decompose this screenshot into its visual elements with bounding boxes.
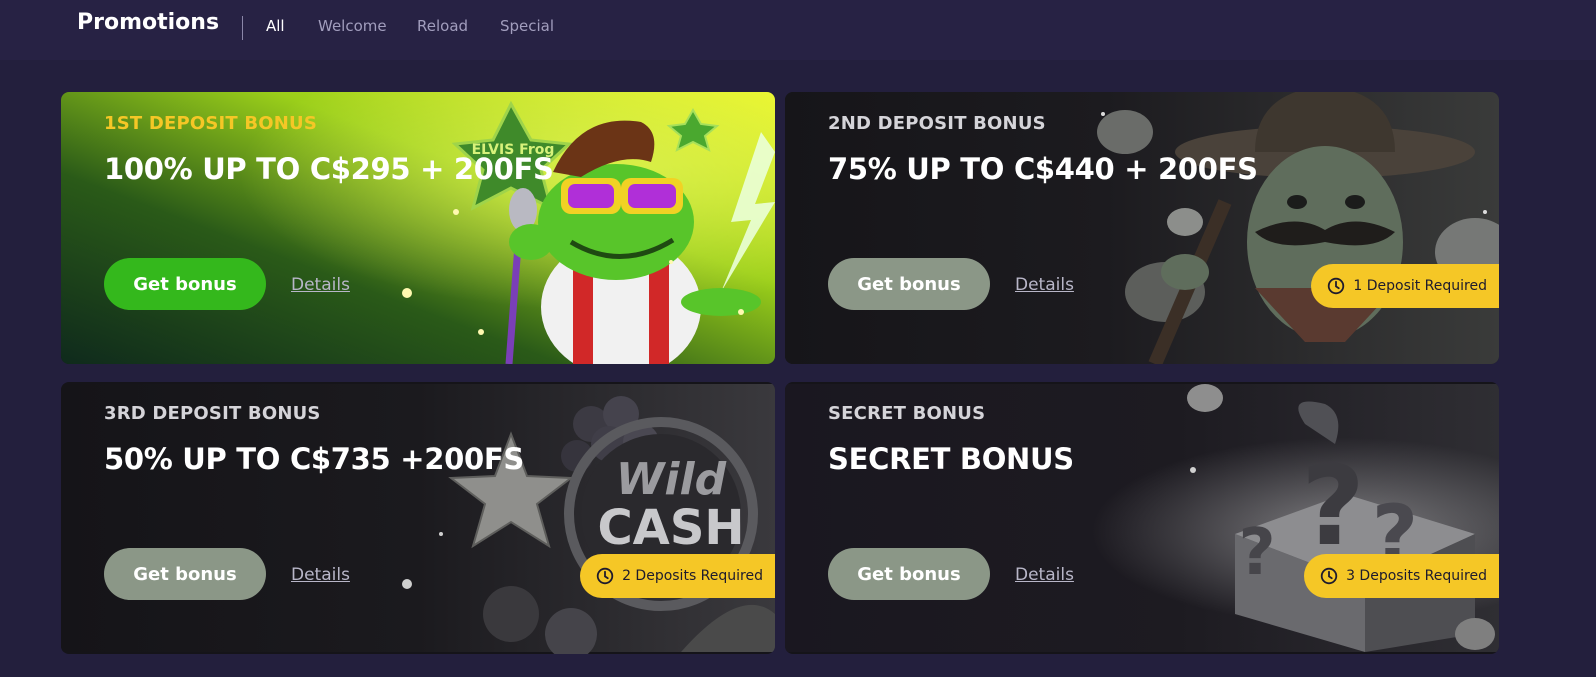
bonus-label: SECRET BONUS xyxy=(828,403,986,424)
bonus-headline: 50% UP TO C$735 +200FS xyxy=(104,442,524,476)
deposits-required-badge: 1 Deposit Required xyxy=(1311,264,1499,308)
badge-text: 3 Deposits Required xyxy=(1346,568,1487,584)
promo-card-secret: ? ? ? SECRET BONUS SECRET BONUS Get bonu… xyxy=(785,382,1499,654)
deposits-required-badge: 2 Deposits Required xyxy=(580,554,775,598)
get-bonus-button[interactable]: Get bonus xyxy=(828,548,990,600)
bonus-headline: 75% UP TO C$440 + 200FS xyxy=(828,152,1258,186)
bonus-headline: 100% UP TO C$295 + 200FS xyxy=(104,152,554,186)
clock-icon xyxy=(1320,567,1338,585)
clock-icon xyxy=(596,567,614,585)
clock-icon xyxy=(1328,277,1345,295)
deposits-required-badge: 3 Deposits Required xyxy=(1304,554,1499,598)
bonus-headline: SECRET BONUS xyxy=(828,442,1074,476)
badge-text: 1 Deposit Required xyxy=(1353,278,1487,294)
bonus-label: 1ST DEPOSIT BONUS xyxy=(104,113,318,134)
details-link[interactable]: Details xyxy=(1015,275,1074,295)
title-divider xyxy=(242,16,243,40)
tab-all[interactable]: All xyxy=(266,17,285,35)
tab-special[interactable]: Special xyxy=(500,17,554,35)
bonus-label: 3RD DEPOSIT BONUS xyxy=(104,403,321,424)
promo-card-1st-deposit: ELVIS Frog 1ST DEPOSIT BONUS 100% UP TO … xyxy=(61,92,775,364)
promo-card-3rd-deposit: Wild CASH 3RD DEPOSIT BONUS 50% UP TO C$… xyxy=(61,382,775,654)
badge-text: 2 Deposits Required xyxy=(622,568,763,584)
tab-reload[interactable]: Reload xyxy=(417,17,468,35)
svg-text:?: ? xyxy=(1301,442,1365,570)
get-bonus-button[interactable]: Get bonus xyxy=(828,258,990,310)
tab-welcome[interactable]: Welcome xyxy=(318,17,387,35)
svg-text:?: ? xyxy=(1238,516,1275,590)
details-link[interactable]: Details xyxy=(291,275,350,295)
details-link[interactable]: Details xyxy=(1015,565,1074,585)
bonus-label: 2ND DEPOSIT BONUS xyxy=(828,113,1046,134)
page-title: Promotions xyxy=(77,10,220,35)
top-bar: Promotions All Welcome Reload Special xyxy=(0,0,1596,60)
wild-cash-logo-text: Wild xyxy=(616,454,727,505)
get-bonus-button[interactable]: Get bonus xyxy=(104,258,266,310)
promo-card-2nd-deposit: 2ND DEPOSIT BONUS 75% UP TO C$440 + 200F… xyxy=(785,92,1499,364)
get-bonus-button[interactable]: Get bonus xyxy=(104,548,266,600)
details-link[interactable]: Details xyxy=(291,565,350,585)
svg-text:CASH: CASH xyxy=(597,500,744,556)
